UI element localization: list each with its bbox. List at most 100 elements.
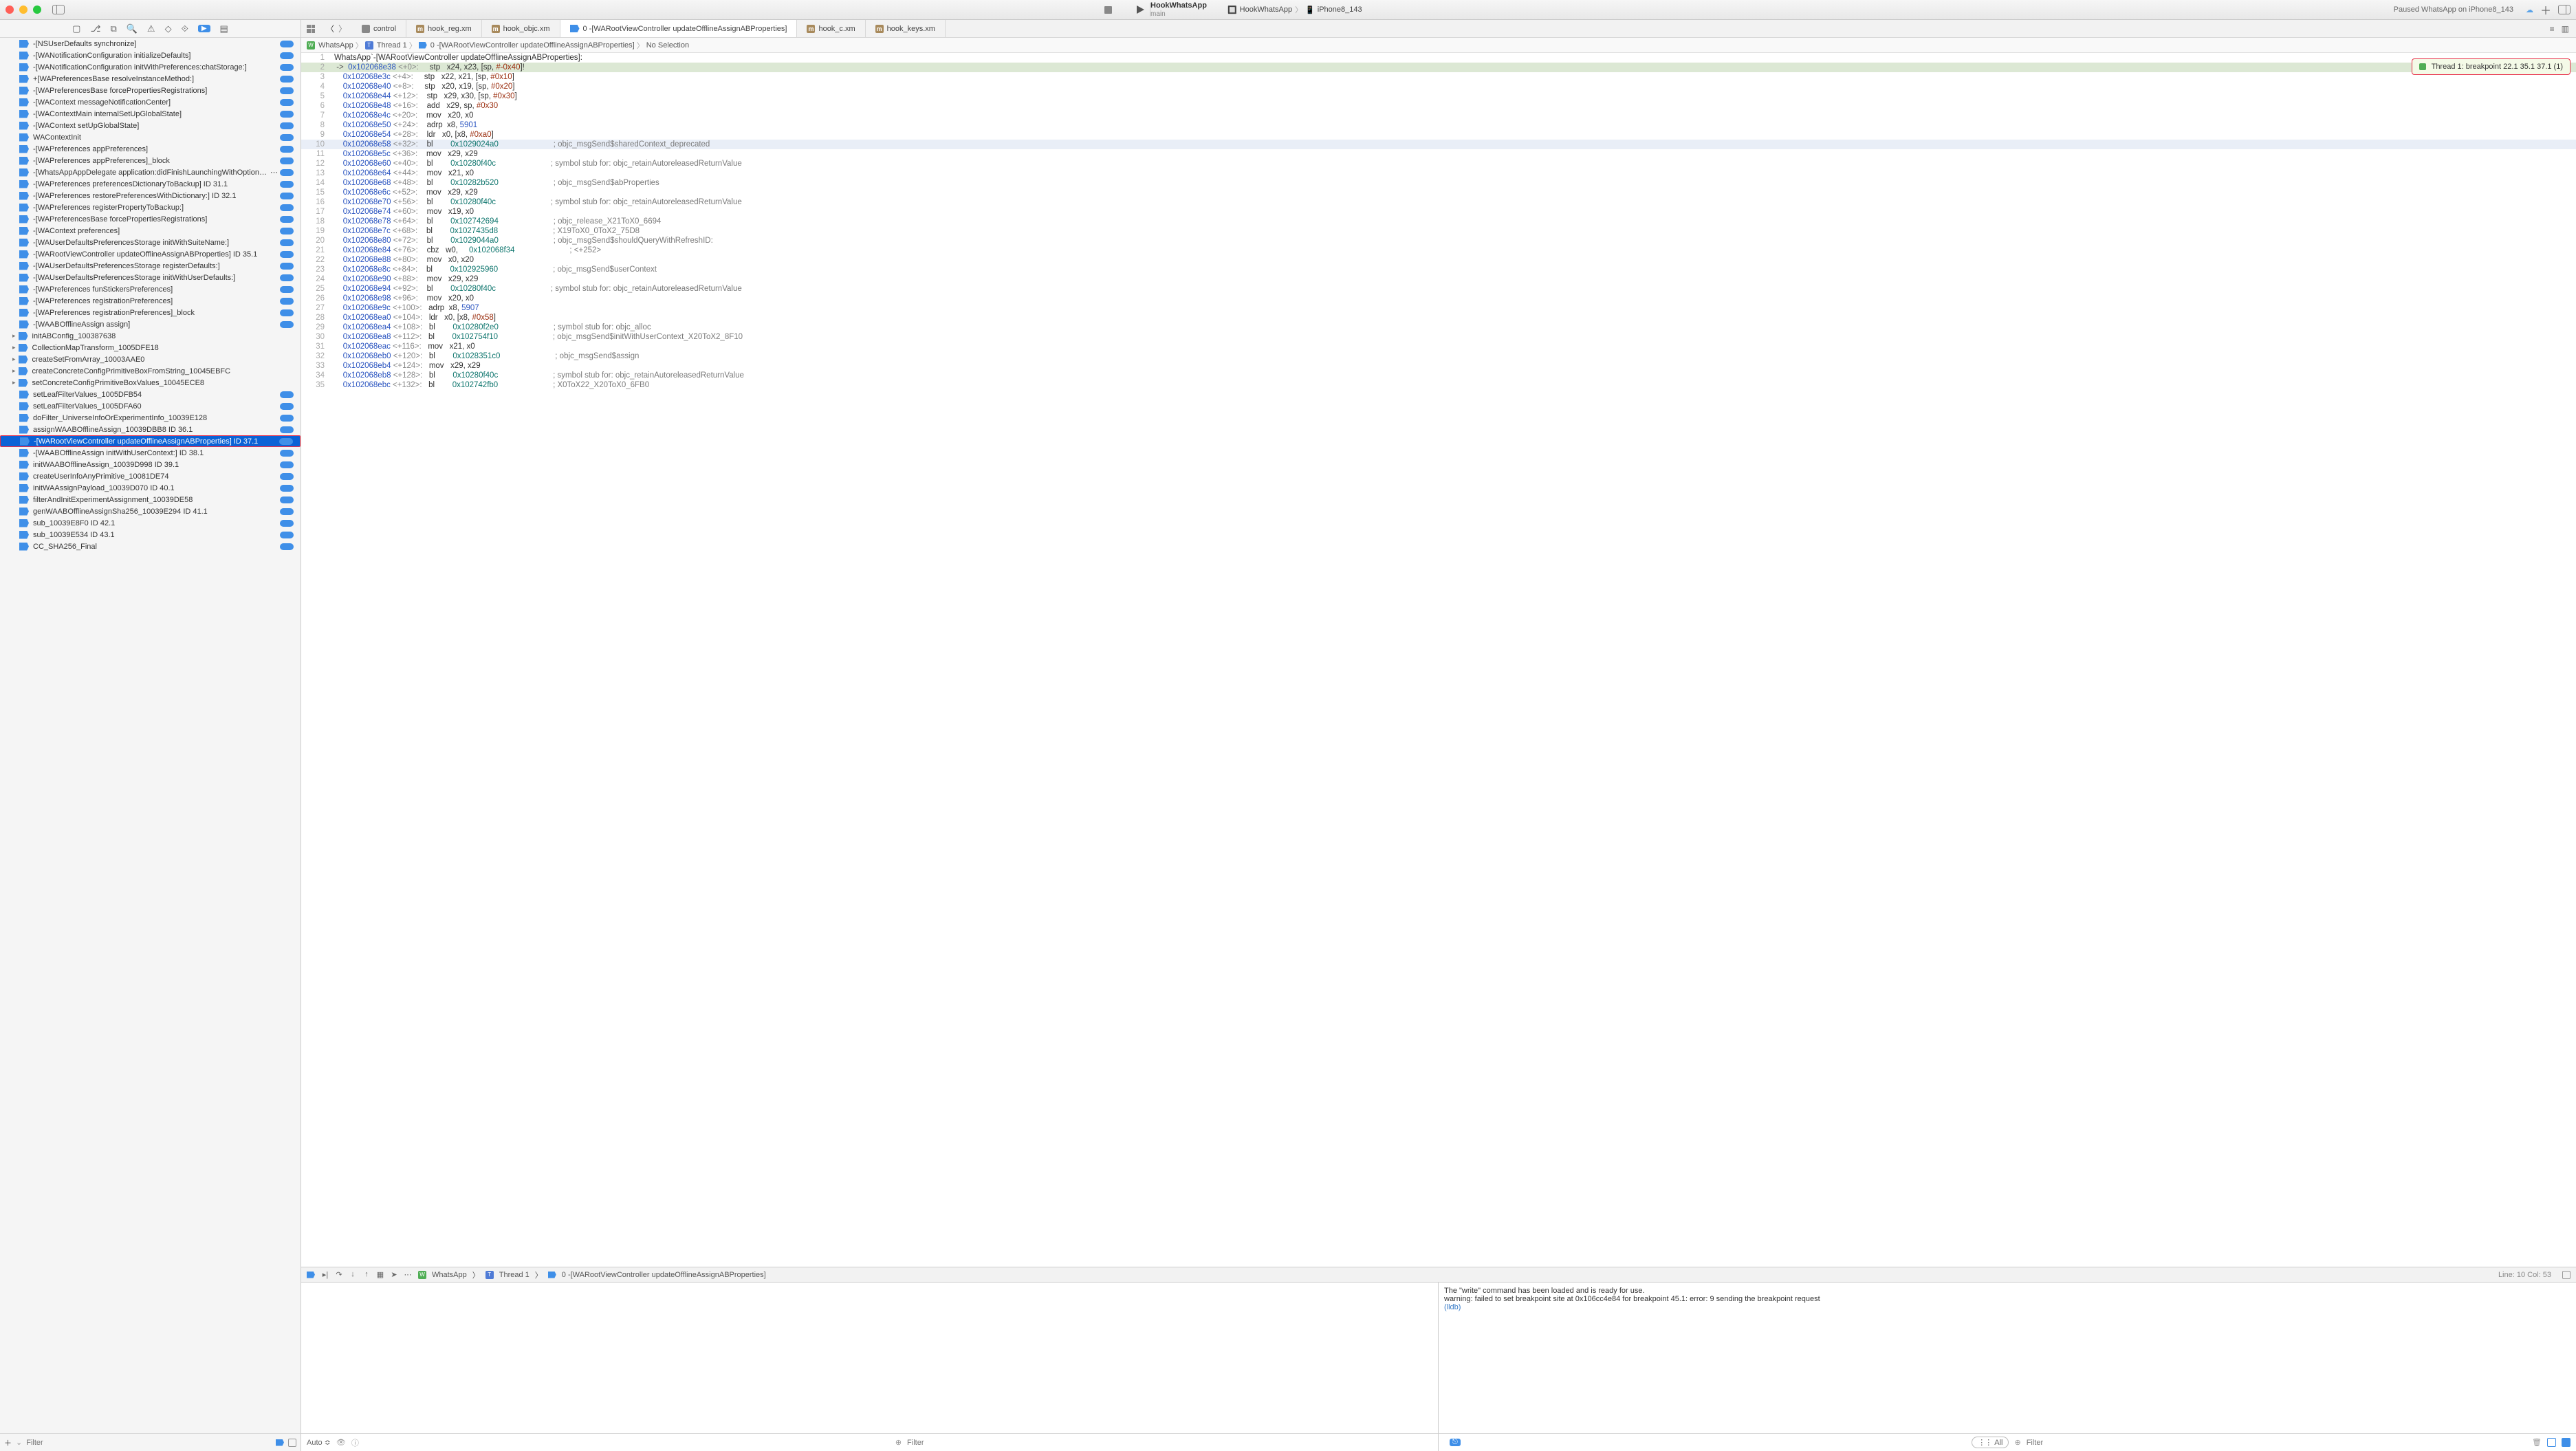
breakpoint-status-pill[interactable]	[280, 298, 294, 305]
breakpoint-status-pill[interactable]	[280, 64, 294, 71]
console-output[interactable]: The "write" command has been loaded and …	[1439, 1283, 2576, 1433]
breakpoint-status-pill[interactable]	[280, 169, 294, 176]
breakpoint-status-pill[interactable]	[280, 532, 294, 538]
breakpoint-status-pill[interactable]	[280, 157, 294, 164]
issue-icon[interactable]: ⚠	[147, 23, 155, 34]
folder-icon[interactable]: ▢	[72, 23, 80, 34]
breakpoint-status-pill[interactable]	[280, 228, 294, 234]
breakpoint-status-pill[interactable]	[280, 122, 294, 129]
step-into-icon[interactable]: ↓	[348, 1270, 358, 1279]
find-icon[interactable]: 🔍	[127, 23, 138, 34]
editor-tab[interactable]: 0 -[WARootViewController updateOfflineAs…	[560, 20, 798, 37]
breakpoint-item[interactable]: createUserInfoAnyPrimitive_10081DE74	[0, 470, 301, 482]
breakpoint-status-pill[interactable]	[280, 251, 294, 258]
location-icon[interactable]: ➤	[389, 1270, 399, 1279]
breakpoint-status-pill[interactable]	[280, 321, 294, 328]
breakpoint-banner[interactable]: Thread 1: breakpoint 22.1 35.1 37.1 (1)	[2412, 58, 2570, 75]
breakpoint-status-pill[interactable]	[280, 391, 294, 398]
editor-tab[interactable]: mhook_objc.xm	[482, 20, 560, 37]
breakpoint-status-pill[interactable]	[280, 274, 294, 281]
breakpoint-status-pill[interactable]	[280, 415, 294, 422]
breakpoint-status-pill[interactable]	[280, 52, 294, 59]
code-line[interactable]: 17 0x102068e74 <+60>: mov x19, x0	[301, 207, 2576, 217]
breakpoint-item[interactable]: -[WAPreferences registrationPreferences]…	[0, 307, 301, 318]
code-line[interactable]: 21 0x102068e84 <+76>: cbz w0, 0x102068f3…	[301, 246, 2576, 255]
code-line[interactable]: 26 0x102068e98 <+96>: mov x20, x0	[301, 294, 2576, 303]
console-mode-chip[interactable]: ⎋	[1450, 1439, 1461, 1446]
breakpoint-item[interactable]: -[WANotificationConfiguration initialize…	[0, 50, 301, 61]
add-editor-icon[interactable]: ▥	[2562, 24, 2569, 34]
code-line[interactable]: 31 0x102068eac <+116>: mov x21, x0	[301, 342, 2576, 351]
breakpoint-item[interactable]: -[WARootViewController updateOfflineAssi…	[0, 248, 301, 260]
disclosure-icon[interactable]: ▸	[12, 344, 16, 351]
code-line[interactable]: 5 0x102068e44 <+12>: stp x29, x30, [sp, …	[301, 91, 2576, 101]
code-line[interactable]: 30 0x102068ea8 <+112>: bl 0x102754f10 ; …	[301, 332, 2576, 342]
breakpoint-item[interactable]: initWAABOfflineAssign_10039D998 ID 39.1	[0, 459, 301, 470]
disclosure-icon[interactable]: ▸	[12, 379, 16, 386]
breakpoint-status-pill[interactable]	[280, 403, 294, 410]
left-panel-toggle-icon[interactable]	[2547, 1438, 2556, 1447]
minimize-window-button[interactable]	[19, 6, 28, 14]
breakpoint-status-pill[interactable]	[280, 263, 294, 270]
code-line[interactable]: 33 0x102068eb4 <+124>: mov x29, x29	[301, 361, 2576, 371]
more-icon[interactable]: ⋯	[270, 168, 278, 177]
code-line[interactable]: 27 0x102068e9c <+100>: adrp x8, 5907	[301, 303, 2576, 313]
code-line[interactable]: 20 0x102068e80 <+72>: bl 0x1029044a0 ; o…	[301, 236, 2576, 246]
editor-tab[interactable]: mhook_c.xm	[797, 20, 865, 37]
breakpoint-item[interactable]: ▸createSetFromArray_10003AAE0	[0, 353, 301, 365]
breakpoint-item[interactable]: -[WAPreferences preferencesDictionaryToB…	[0, 178, 301, 190]
breakpoint-item[interactable]: -[WAPreferencesBase forcePropertiesRegis…	[0, 213, 301, 225]
code-line[interactable]: 4 0x102068e40 <+8>: stp x20, x19, [sp, #…	[301, 82, 2576, 91]
breakpoint-status-pill[interactable]	[280, 473, 294, 480]
breakpoint-item[interactable]: filterAndInitExperimentAssignment_10039D…	[0, 494, 301, 505]
breakpoint-item[interactable]: WAContextInit	[0, 131, 301, 143]
code-line[interactable]: 15 0x102068e6c <+52>: mov x29, x29	[301, 188, 2576, 197]
code-line[interactable]: 23 0x102068e8c <+84>: bl 0x102925960 ; o…	[301, 265, 2576, 274]
breakpoint-item[interactable]: -[WhatsAppAppDelegate application:didFin…	[0, 166, 301, 178]
breakpoint-item[interactable]: sub_10039E534 ID 43.1	[0, 529, 301, 541]
breakpoint-navigator-icon[interactable]: ▶	[198, 25, 210, 32]
breakpoint-item[interactable]: -[WAPreferences funStickersPreferences]	[0, 283, 301, 295]
breakpoint-status-pill[interactable]	[280, 204, 294, 211]
breakpoint-item[interactable]: -[WARootViewController updateOfflineAssi…	[0, 435, 301, 447]
code-line[interactable]: 3 0x102068e3c <+4>: stp x22, x21, [sp, #…	[301, 72, 2576, 82]
code-line[interactable]: 18 0x102068e78 <+64>: bl 0x102742694 ; o…	[301, 217, 2576, 226]
source-control-icon[interactable]: ⎇	[90, 23, 100, 34]
code-line[interactable]: 34 0x102068eb8 <+128>: bl 0x10280f40c ; …	[301, 371, 2576, 380]
breakpoint-status-pill[interactable]	[280, 543, 294, 550]
breakpoint-status-pill[interactable]	[280, 239, 294, 246]
breakpoint-item[interactable]: -[WAPreferences appPreferences]_block	[0, 155, 301, 166]
scheme-selector[interactable]: HookWhatsApp main	[1150, 1, 1207, 17]
code-line[interactable]: 25 0x102068e94 <+92>: bl 0x10280f40c ; s…	[301, 284, 2576, 294]
code-line[interactable]: 22 0x102068e88 <+80>: mov x0, x20	[301, 255, 2576, 265]
disclosure-icon[interactable]: ▸	[12, 356, 16, 363]
debug-view-icon[interactable]: ▦	[375, 1270, 385, 1279]
report-icon[interactable]: ▤	[220, 23, 228, 34]
breakpoint-status-pill[interactable]	[280, 497, 294, 503]
symbol-icon[interactable]: ⧉	[110, 23, 116, 34]
toggle-sidebar-icon[interactable]	[52, 5, 65, 14]
breakpoint-status-pill[interactable]	[280, 216, 294, 223]
code-line[interactable]: 7 0x102068e4c <+20>: mov x20, x0	[301, 111, 2576, 120]
continue-icon[interactable]: ▸|	[320, 1270, 330, 1279]
breakpoint-item[interactable]: -[WAPreferences registrationPreferences]	[0, 295, 301, 307]
breakpoint-item[interactable]: -[WAPreferencesBase forcePropertiesRegis…	[0, 85, 301, 96]
breakpoint-item[interactable]: genWAABOfflineAssignSha256_10039E294 ID …	[0, 505, 301, 517]
code-line[interactable]: 10 0x102068e58 <+32>: bl 0x1029024a0 ; o…	[301, 140, 2576, 149]
close-window-button[interactable]	[6, 6, 14, 14]
code-line[interactable]: 8 0x102068e50 <+24>: adrp x8, 5901	[301, 120, 2576, 130]
breakpoint-item[interactable]: doFilter_UniverseInfoOrExperimentInfo_10…	[0, 412, 301, 424]
trash-icon[interactable]: 🗑	[2532, 1438, 2542, 1447]
disclosure-icon[interactable]: ▸	[12, 367, 16, 375]
plus-icon[interactable]: ＋	[4, 1437, 12, 1448]
code-line[interactable]: 2 -> 0x102068e38 <+0>: stp x24, x23, [sp…	[301, 63, 2576, 72]
adjust-editor-icon[interactable]: ≡	[2550, 24, 2555, 34]
breakpoint-status-pill[interactable]	[280, 450, 294, 457]
breakpoint-status-pill[interactable]	[280, 193, 294, 199]
breakpoint-item[interactable]: -[WAPreferences restorePreferencesWithDi…	[0, 190, 301, 201]
add-button[interactable]: ＋	[2540, 1, 2551, 18]
console-filter-input[interactable]	[2027, 1439, 2526, 1447]
breakpoint-item[interactable]: initWAAssignPayload_10039D070 ID 40.1	[0, 482, 301, 494]
stop-button[interactable]	[1104, 6, 1112, 14]
code-line[interactable]: 19 0x102068e7c <+68>: bl 0x1027435d8 ; X…	[301, 226, 2576, 236]
